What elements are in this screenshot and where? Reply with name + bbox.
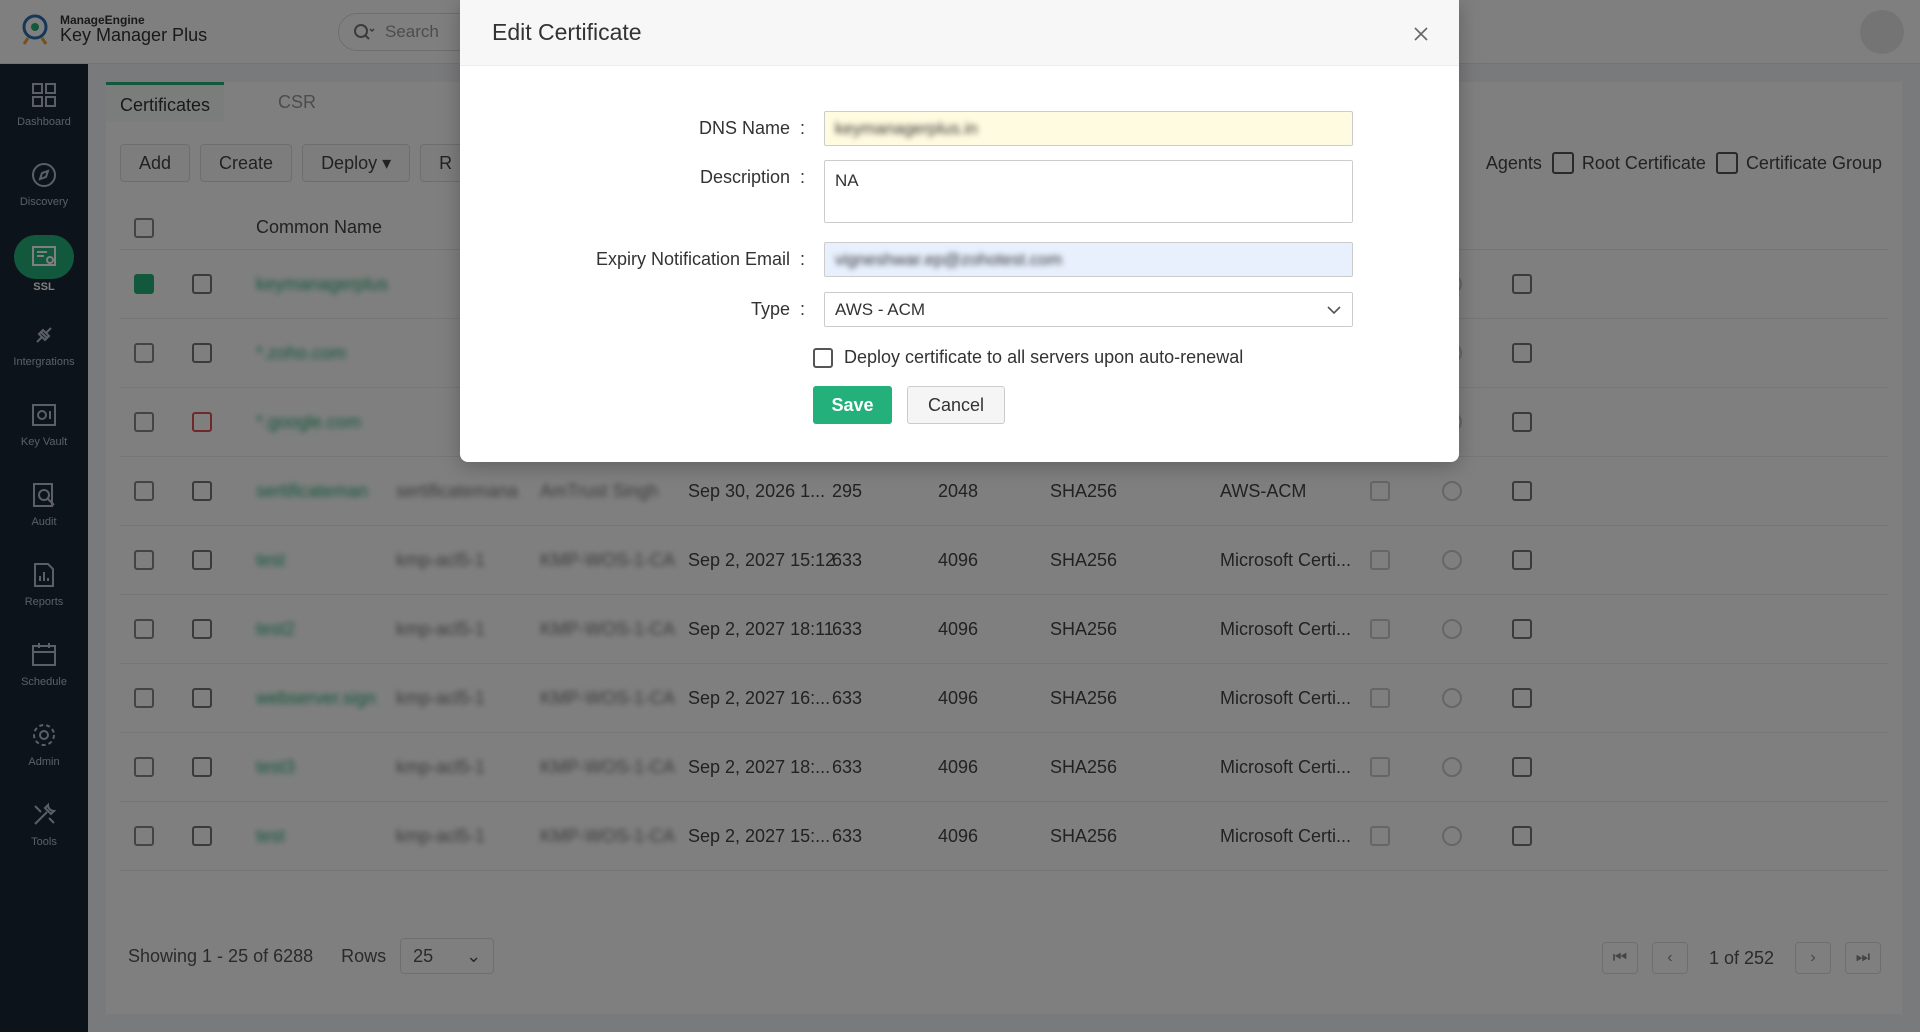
dns-name-value: keymanagerplus.in	[835, 118, 978, 138]
dialog-header: Edit Certificate	[460, 0, 1459, 66]
type-select[interactable]: AWS - ACM	[824, 292, 1353, 327]
type-value: AWS - ACM	[835, 299, 926, 319]
dns-name-label: DNS Name	[698, 118, 790, 138]
dns-name-row: DNS Name : keymanagerplus.in	[460, 111, 1353, 146]
type-label: Type	[750, 299, 790, 319]
type-row: Type : AWS - ACM	[460, 292, 1353, 327]
description-row: Description : NA	[460, 160, 1353, 223]
description-textarea[interactable]: NA	[824, 160, 1353, 223]
save-button[interactable]: Save	[813, 386, 892, 424]
close-icon[interactable]	[1413, 26, 1429, 42]
deploy-on-renewal-row: Deploy certificate to all servers upon a…	[813, 347, 1243, 368]
expiry-email-value: vigneshwar.ep@zohotest.com	[835, 249, 1063, 269]
dns-name-input[interactable]: keymanagerplus.in	[824, 111, 1353, 146]
expiry-email-row: Expiry Notification Email : vigneshwar.e…	[460, 242, 1353, 277]
chevron-down-icon	[1327, 305, 1341, 314]
dialog-title: Edit Certificate	[492, 19, 642, 45]
deploy-on-renewal-label[interactable]: Deploy certificate to all servers upon a…	[844, 347, 1243, 368]
cancel-button[interactable]: Cancel	[907, 386, 1005, 424]
description-value: NA	[835, 171, 859, 190]
expiry-email-input[interactable]: vigneshwar.ep@zohotest.com	[824, 242, 1353, 277]
expiry-email-label: Expiry Notification Email	[595, 249, 790, 269]
deploy-on-renewal-checkbox[interactable]	[813, 347, 833, 368]
description-label: Description	[699, 167, 790, 187]
edit-certificate-dialog: Edit Certificate DNS Name : keymanagerpl…	[460, 0, 1459, 462]
